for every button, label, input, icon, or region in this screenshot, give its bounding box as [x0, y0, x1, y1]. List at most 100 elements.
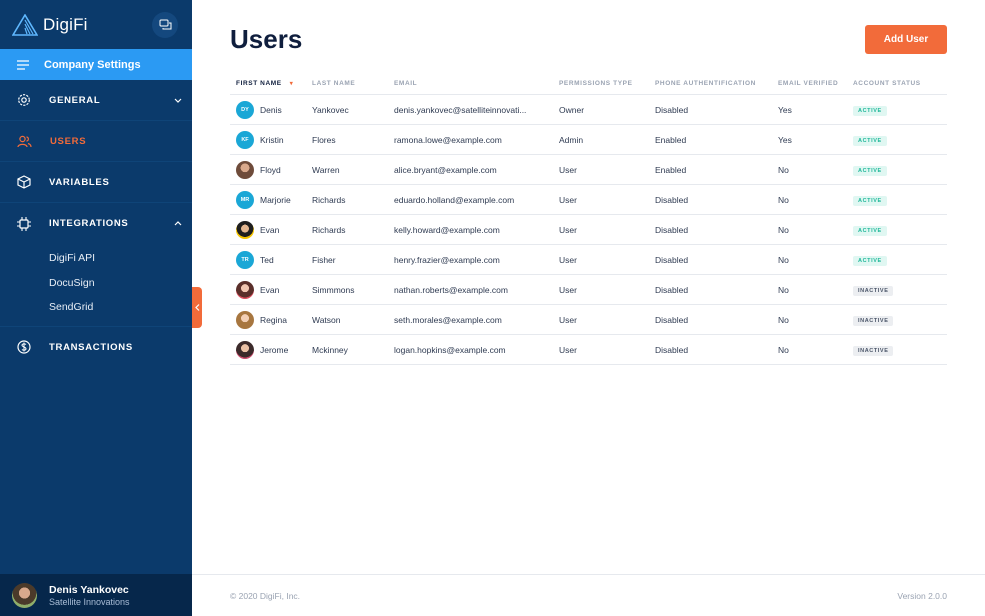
last-name: Richards	[312, 224, 346, 235]
phone-auth: Disabled	[655, 284, 689, 295]
email: alice.bryant@example.com	[394, 164, 497, 175]
sidebar-item-label: TRANSACTIONS	[49, 341, 133, 353]
phone-auth: Enabled	[655, 134, 687, 145]
column-header-last-name[interactable]: LAST NAME	[312, 80, 394, 87]
permissions-type: User	[559, 254, 577, 265]
user-name: Denis Yankovec	[49, 583, 129, 596]
sort-arrow-icon: ▾	[289, 80, 294, 87]
last-name: Yankovec	[312, 104, 349, 115]
last-name: Warren	[312, 164, 340, 175]
user-company: Satellite Innovations	[49, 596, 130, 607]
copyright: © 2020 DigiFi, Inc.	[230, 590, 301, 601]
first-name: Regina	[260, 314, 287, 325]
avatar	[236, 280, 254, 299]
sidebar-item-transactions[interactable]: TRANSACTIONS	[0, 327, 192, 368]
add-user-button[interactable]: Add User	[865, 25, 947, 54]
email: denis.yankovec@satelliteinnovati...	[394, 104, 527, 115]
sidebar-item-label: INTEGRATIONS	[49, 218, 129, 229]
permissions-type: User	[559, 224, 577, 235]
table-row[interactable]: DY Denis Yankovec denis.yankovec@satellit…	[230, 95, 947, 125]
avatar	[12, 582, 37, 608]
email-verified: Yes	[778, 104, 792, 115]
email: eduardo.holland@example.com	[394, 194, 515, 205]
first-name: Marjorie	[260, 194, 291, 205]
avatar: MR	[236, 190, 254, 209]
column-header-account-status[interactable]: ACCOUNT STATUS	[853, 80, 947, 87]
avatar	[236, 220, 254, 239]
sidebar-item-users[interactable]: USERS	[0, 121, 192, 162]
email: seth.morales@example.com	[394, 314, 502, 325]
sidebar-header: DigiFi	[0, 0, 192, 49]
status-badge: ACTIVE	[853, 195, 887, 206]
cube-icon	[17, 175, 31, 189]
avatar: TR	[236, 250, 254, 269]
permissions-type: User	[559, 344, 577, 355]
table-row[interactable]: TR Ted Fisher henry.frazier@example.com U…	[230, 245, 947, 275]
email-verified: No	[778, 284, 789, 295]
sidebar-item-label: GENERAL	[49, 94, 101, 106]
permissions-type: User	[559, 314, 577, 325]
email: henry.frazier@example.com	[394, 254, 500, 265]
last-name: Mckinney	[312, 344, 348, 355]
status-badge: ACTIVE	[853, 105, 887, 116]
table-row[interactable]: Floyd Warren alice.bryant@example.com Us…	[230, 155, 947, 185]
company-settings-item[interactable]: Company Settings	[0, 49, 192, 80]
email: ramona.lowe@example.com	[394, 134, 502, 145]
column-header-email-verified[interactable]: EMAIL VERIFIED	[778, 80, 853, 87]
first-name: Kristin	[260, 134, 284, 145]
last-name: Flores	[312, 134, 336, 145]
table-row[interactable]: Evan Simmmons nathan.roberts@example.com…	[230, 275, 947, 305]
chat-button[interactable]	[152, 11, 178, 38]
column-header-first-name[interactable]: FIRST NAME ▾	[230, 80, 312, 87]
email-verified: Yes	[778, 134, 792, 145]
permissions-type: Owner	[559, 104, 585, 115]
first-name: Floyd	[260, 164, 281, 175]
table-row[interactable]: Jerome Mckinney logan.hopkins@example.co…	[230, 335, 947, 365]
brand-logo[interactable]: DigiFi	[12, 13, 88, 36]
page-title: Users	[230, 24, 303, 54]
current-user[interactable]: Denis Yankovec Satellite Innovations	[0, 574, 192, 616]
last-name: Fisher	[312, 254, 336, 265]
column-label: FIRST NAME	[236, 79, 282, 87]
status-badge: ACTIVE	[853, 225, 887, 236]
phone-auth: Disabled	[655, 104, 689, 115]
sidebar-item-variables[interactable]: VARIABLES	[0, 162, 192, 203]
permissions-type: User	[559, 284, 577, 295]
phone-auth: Disabled	[655, 224, 689, 235]
table-row[interactable]: Regina Watson seth.morales@example.com U…	[230, 305, 947, 335]
phone-auth: Disabled	[655, 254, 689, 265]
sidebar-item-general[interactable]: GENERAL	[0, 80, 192, 121]
sidebar-item-integrations[interactable]: INTEGRATIONS	[0, 203, 192, 244]
phone-auth: Disabled	[655, 194, 689, 205]
phone-auth: Disabled	[655, 314, 689, 325]
column-header-phone-auth[interactable]: PHONE AUTHENTIFICATION	[655, 80, 778, 87]
status-badge: INACTIVE	[853, 345, 894, 356]
sidebar-item-label: VARIABLES	[49, 176, 110, 188]
sidebar-subitem-digifi-api[interactable]: DigiFi API	[49, 246, 192, 271]
permissions-type: Admin	[559, 134, 584, 145]
gear-icon	[17, 93, 31, 107]
sidebar-subitem-docusign[interactable]: DocuSign	[49, 271, 192, 296]
status-badge: ACTIVE	[853, 165, 887, 176]
last-name: Simmmons	[312, 284, 355, 295]
last-name: Richards	[312, 194, 346, 205]
sidebar-subitem-sendgrid[interactable]: SendGrid	[49, 295, 192, 320]
sidebar-item-label: USERS	[50, 135, 87, 147]
table-row[interactable]: MR Marjorie Richards eduardo.holland@exam…	[230, 185, 947, 215]
avatar	[236, 310, 254, 329]
dollar-circle-icon	[17, 340, 31, 354]
table-row[interactable]: Evan Richards kelly.howard@example.com U…	[230, 215, 947, 245]
table-header: FIRST NAME ▾ LAST NAME EMAIL PERMISSIONS …	[230, 72, 947, 95]
company-settings-label: Company Settings	[44, 58, 141, 71]
table-row[interactable]: KF Kristin Flores ramona.lowe@example.com…	[230, 125, 947, 155]
page-footer: © 2020 DigiFi, Inc. Version 2.0.0	[192, 574, 985, 616]
users-icon	[17, 135, 32, 148]
integrations-submenu: DigiFi API DocuSign SendGrid	[0, 244, 192, 327]
email-verified: No	[778, 164, 789, 175]
phone-auth: Disabled	[655, 344, 689, 355]
column-header-permissions[interactable]: PERMISSIONS TYPE	[559, 80, 655, 87]
menu-icon	[17, 59, 29, 70]
column-header-email[interactable]: EMAIL	[394, 80, 559, 87]
first-name: Evan	[260, 284, 280, 295]
status-badge: ACTIVE	[853, 135, 887, 146]
